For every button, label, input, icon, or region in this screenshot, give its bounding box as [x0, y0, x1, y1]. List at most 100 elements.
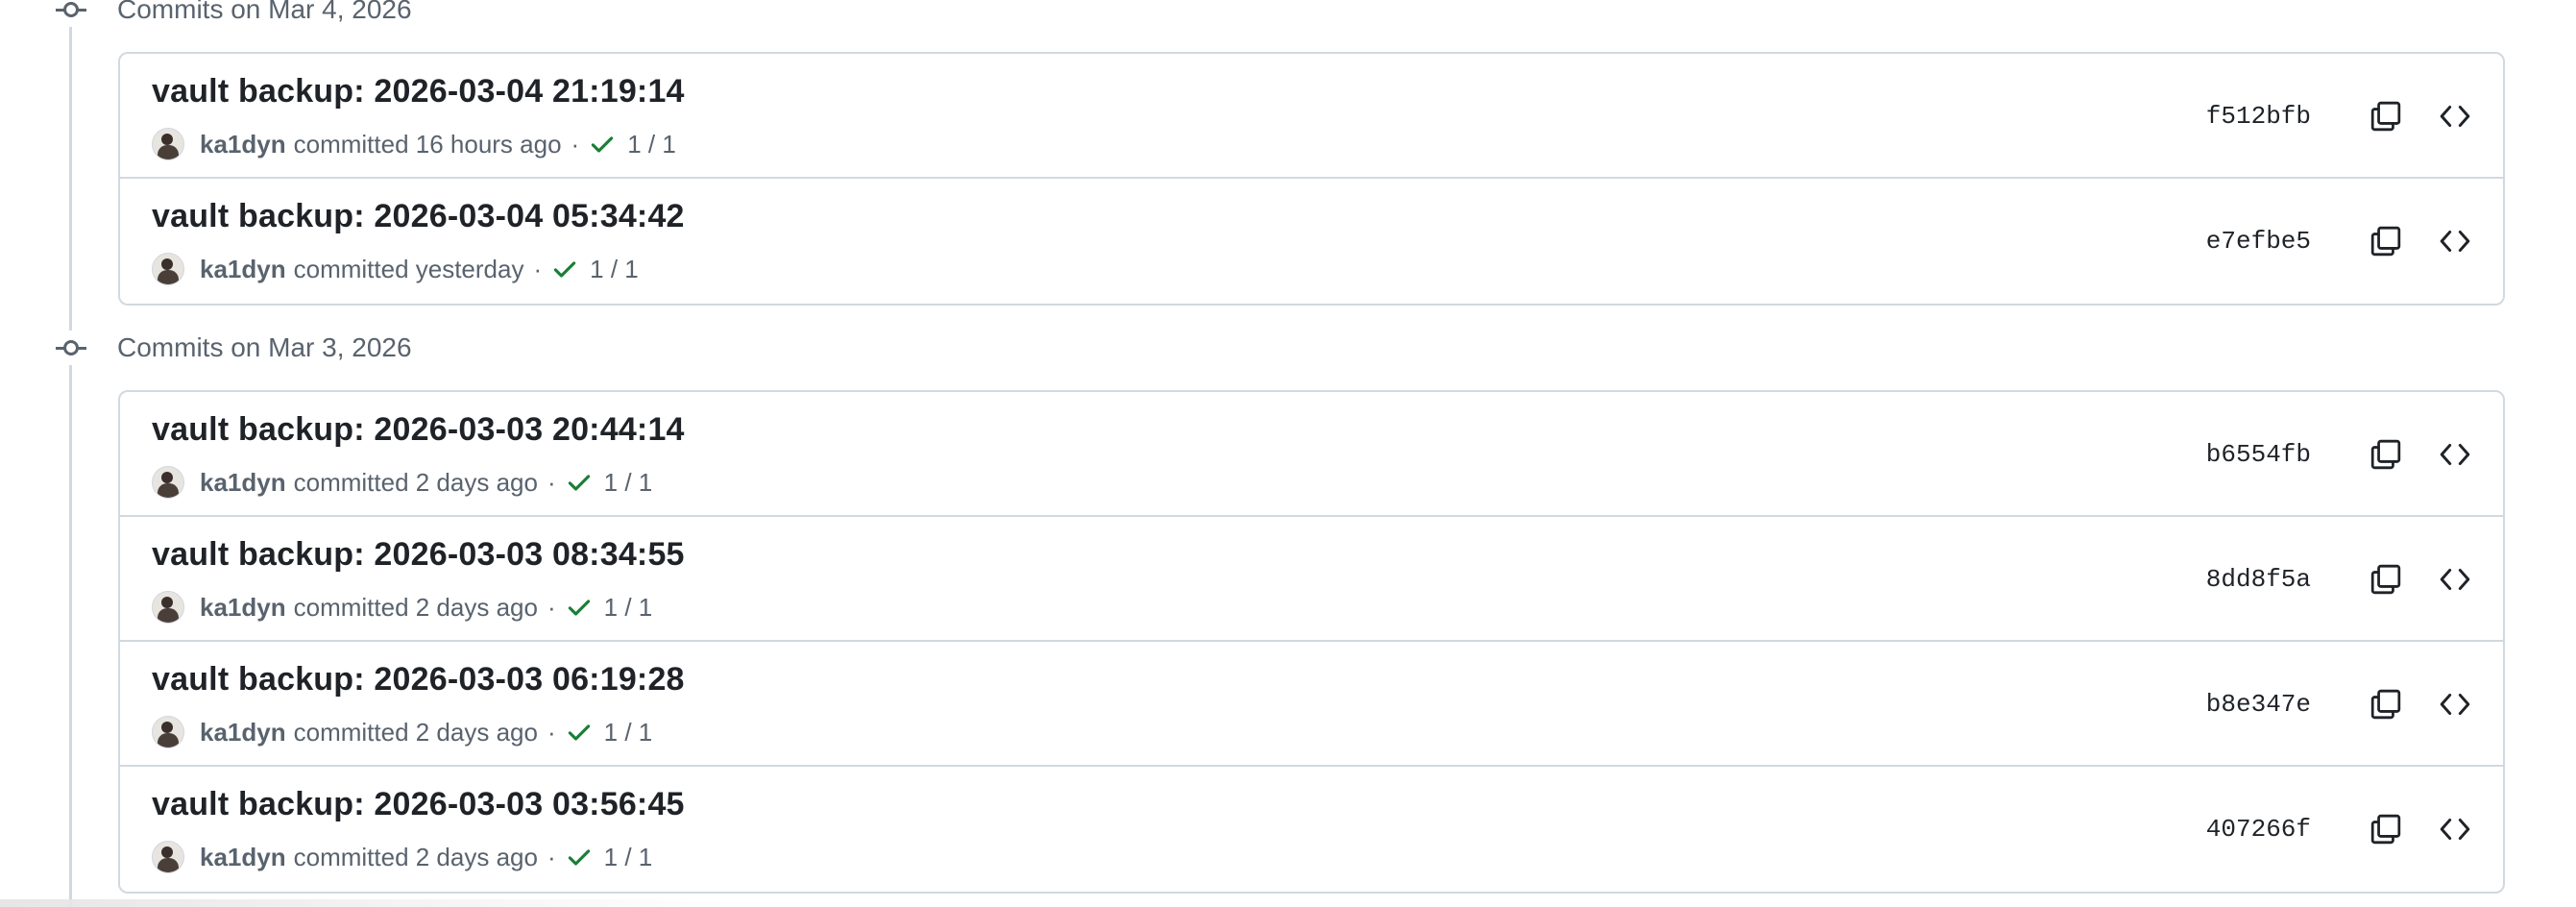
commit-actions: e7efbe5 — [2206, 179, 2476, 304]
commit-history-page: Commits on Mar 4, 2026 vault backup: 202… — [0, 0, 2576, 907]
check-icon[interactable] — [551, 256, 578, 282]
copy-sha-button[interactable] — [2365, 683, 2407, 725]
commit-actions: 8dd8f5a — [2206, 517, 2476, 642]
browse-repo-button[interactable] — [2434, 558, 2476, 601]
commit-sha-link[interactable]: 8dd8f5a — [2206, 565, 2311, 594]
copy-sha-button[interactable] — [2365, 220, 2407, 262]
commit-meta: ka1dyn committed 2 days ago · 1 / 1 — [152, 838, 652, 876]
checks-count[interactable]: 1 / 1 — [604, 468, 653, 498]
commit-row: vault backup: 2026-03-04 21:19:14 ka1dyn… — [120, 54, 2503, 179]
separator: · — [547, 592, 556, 622]
commit-group-title: Commits on Mar 4, 2026 — [117, 0, 412, 24]
author-link[interactable]: ka1dyn — [200, 718, 286, 748]
check-icon[interactable] — [566, 844, 593, 870]
git-commit-icon — [54, 0, 88, 27]
avatar[interactable] — [152, 591, 184, 624]
copy-icon — [2370, 101, 2401, 132]
copy-icon — [2370, 226, 2401, 257]
commit-sha-link[interactable]: b6554fb — [2206, 440, 2311, 469]
commit-actions: b6554fb — [2206, 392, 2476, 517]
commit-time: committed 2 days ago — [293, 467, 538, 497]
code-icon — [2440, 105, 2470, 128]
commit-group-header: Commits on Mar 3, 2026 — [54, 331, 412, 365]
copy-sha-button[interactable] — [2365, 808, 2407, 850]
browse-repo-button[interactable] — [2434, 808, 2476, 850]
commit-sha-link[interactable]: e7efbe5 — [2206, 227, 2311, 256]
copy-sha-button[interactable] — [2365, 433, 2407, 476]
commit-sha-link[interactable]: b8e347e — [2206, 690, 2311, 719]
commit-time: committed yesterday — [293, 254, 524, 283]
scroll-shadow — [0, 899, 730, 907]
commit-meta: ka1dyn committed yesterday · 1 / 1 — [152, 250, 639, 288]
git-commit-icon — [54, 331, 88, 365]
check-icon[interactable] — [589, 131, 616, 158]
author-link[interactable]: ka1dyn — [200, 130, 286, 159]
commit-group-header: Commits on Mar 4, 2026 — [54, 0, 412, 27]
commit-meta: ka1dyn committed 2 days ago · 1 / 1 — [152, 588, 652, 626]
copy-icon — [2370, 814, 2401, 845]
author-link[interactable]: ka1dyn — [200, 255, 286, 284]
commit-title-link[interactable]: vault backup: 2026-03-04 21:19:14 — [152, 73, 685, 110]
commit-title-link[interactable]: vault backup: 2026-03-03 06:19:28 — [152, 661, 685, 699]
browse-repo-button[interactable] — [2434, 433, 2476, 476]
author-link[interactable]: ka1dyn — [200, 843, 286, 872]
avatar[interactable] — [152, 466, 184, 499]
commit-sha-link[interactable]: f512bfb — [2206, 102, 2311, 131]
commit-time: committed 2 days ago — [293, 592, 538, 622]
copy-sha-button[interactable] — [2365, 558, 2407, 601]
browse-repo-button[interactable] — [2434, 220, 2476, 262]
avatar[interactable] — [152, 716, 184, 748]
commit-meta: ka1dyn committed 2 days ago · 1 / 1 — [152, 713, 652, 751]
check-icon[interactable] — [566, 719, 593, 746]
timeline-line — [69, 0, 72, 907]
avatar[interactable] — [152, 128, 184, 160]
checks-count[interactable]: 1 / 1 — [604, 718, 653, 748]
checks-count[interactable]: 1 / 1 — [590, 255, 639, 284]
commit-list: vault backup: 2026-03-04 21:19:14 ka1dyn… — [118, 52, 2505, 306]
commit-title-link[interactable]: vault backup: 2026-03-03 03:56:45 — [152, 786, 685, 823]
avatar[interactable] — [152, 841, 184, 873]
commit-time: committed 16 hours ago — [293, 129, 562, 159]
separator: · — [533, 254, 543, 283]
commit-actions: b8e347e — [2206, 642, 2476, 767]
checks-count[interactable]: 1 / 1 — [604, 593, 653, 623]
separator: · — [547, 717, 556, 747]
code-icon — [2440, 568, 2470, 591]
commit-row: vault backup: 2026-03-03 06:19:28 ka1dyn… — [120, 642, 2503, 767]
commit-sha-link[interactable]: 407266f — [2206, 815, 2311, 844]
author-link[interactable]: ka1dyn — [200, 468, 286, 498]
commit-row: vault backup: 2026-03-03 03:56:45 ka1dyn… — [120, 767, 2503, 892]
checks-count[interactable]: 1 / 1 — [627, 130, 676, 159]
code-icon — [2440, 230, 2470, 253]
commit-time: committed 2 days ago — [293, 717, 538, 747]
browse-repo-button[interactable] — [2434, 95, 2476, 137]
commit-title-link[interactable]: vault backup: 2026-03-04 05:34:42 — [152, 198, 685, 235]
commit-meta: ka1dyn committed 16 hours ago · 1 / 1 — [152, 125, 676, 163]
separator: · — [547, 842, 556, 871]
avatar[interactable] — [152, 253, 184, 285]
copy-icon — [2370, 689, 2401, 720]
commit-row: vault backup: 2026-03-03 20:44:14 ka1dyn… — [120, 392, 2503, 517]
commit-group-title: Commits on Mar 3, 2026 — [117, 332, 412, 362]
copy-sha-button[interactable] — [2365, 95, 2407, 137]
browse-repo-button[interactable] — [2434, 683, 2476, 725]
commit-list: vault backup: 2026-03-03 20:44:14 ka1dyn… — [118, 390, 2505, 894]
checks-count[interactable]: 1 / 1 — [604, 843, 653, 872]
check-icon[interactable] — [566, 594, 593, 621]
commit-actions: 407266f — [2206, 767, 2476, 892]
commit-meta: ka1dyn committed 2 days ago · 1 / 1 — [152, 463, 652, 502]
commit-title-link[interactable]: vault backup: 2026-03-03 08:34:55 — [152, 536, 685, 574]
separator: · — [547, 467, 556, 497]
code-icon — [2440, 443, 2470, 466]
commit-title-link[interactable]: vault backup: 2026-03-03 20:44:14 — [152, 411, 685, 449]
commit-row: vault backup: 2026-03-03 08:34:55 ka1dyn… — [120, 517, 2503, 642]
commit-row: vault backup: 2026-03-04 05:34:42 ka1dyn… — [120, 179, 2503, 304]
copy-icon — [2370, 564, 2401, 595]
code-icon — [2440, 818, 2470, 841]
author-link[interactable]: ka1dyn — [200, 593, 286, 623]
code-icon — [2440, 693, 2470, 716]
separator: · — [571, 129, 580, 159]
check-icon[interactable] — [566, 469, 593, 496]
copy-icon — [2370, 439, 2401, 470]
commit-time: committed 2 days ago — [293, 842, 538, 871]
